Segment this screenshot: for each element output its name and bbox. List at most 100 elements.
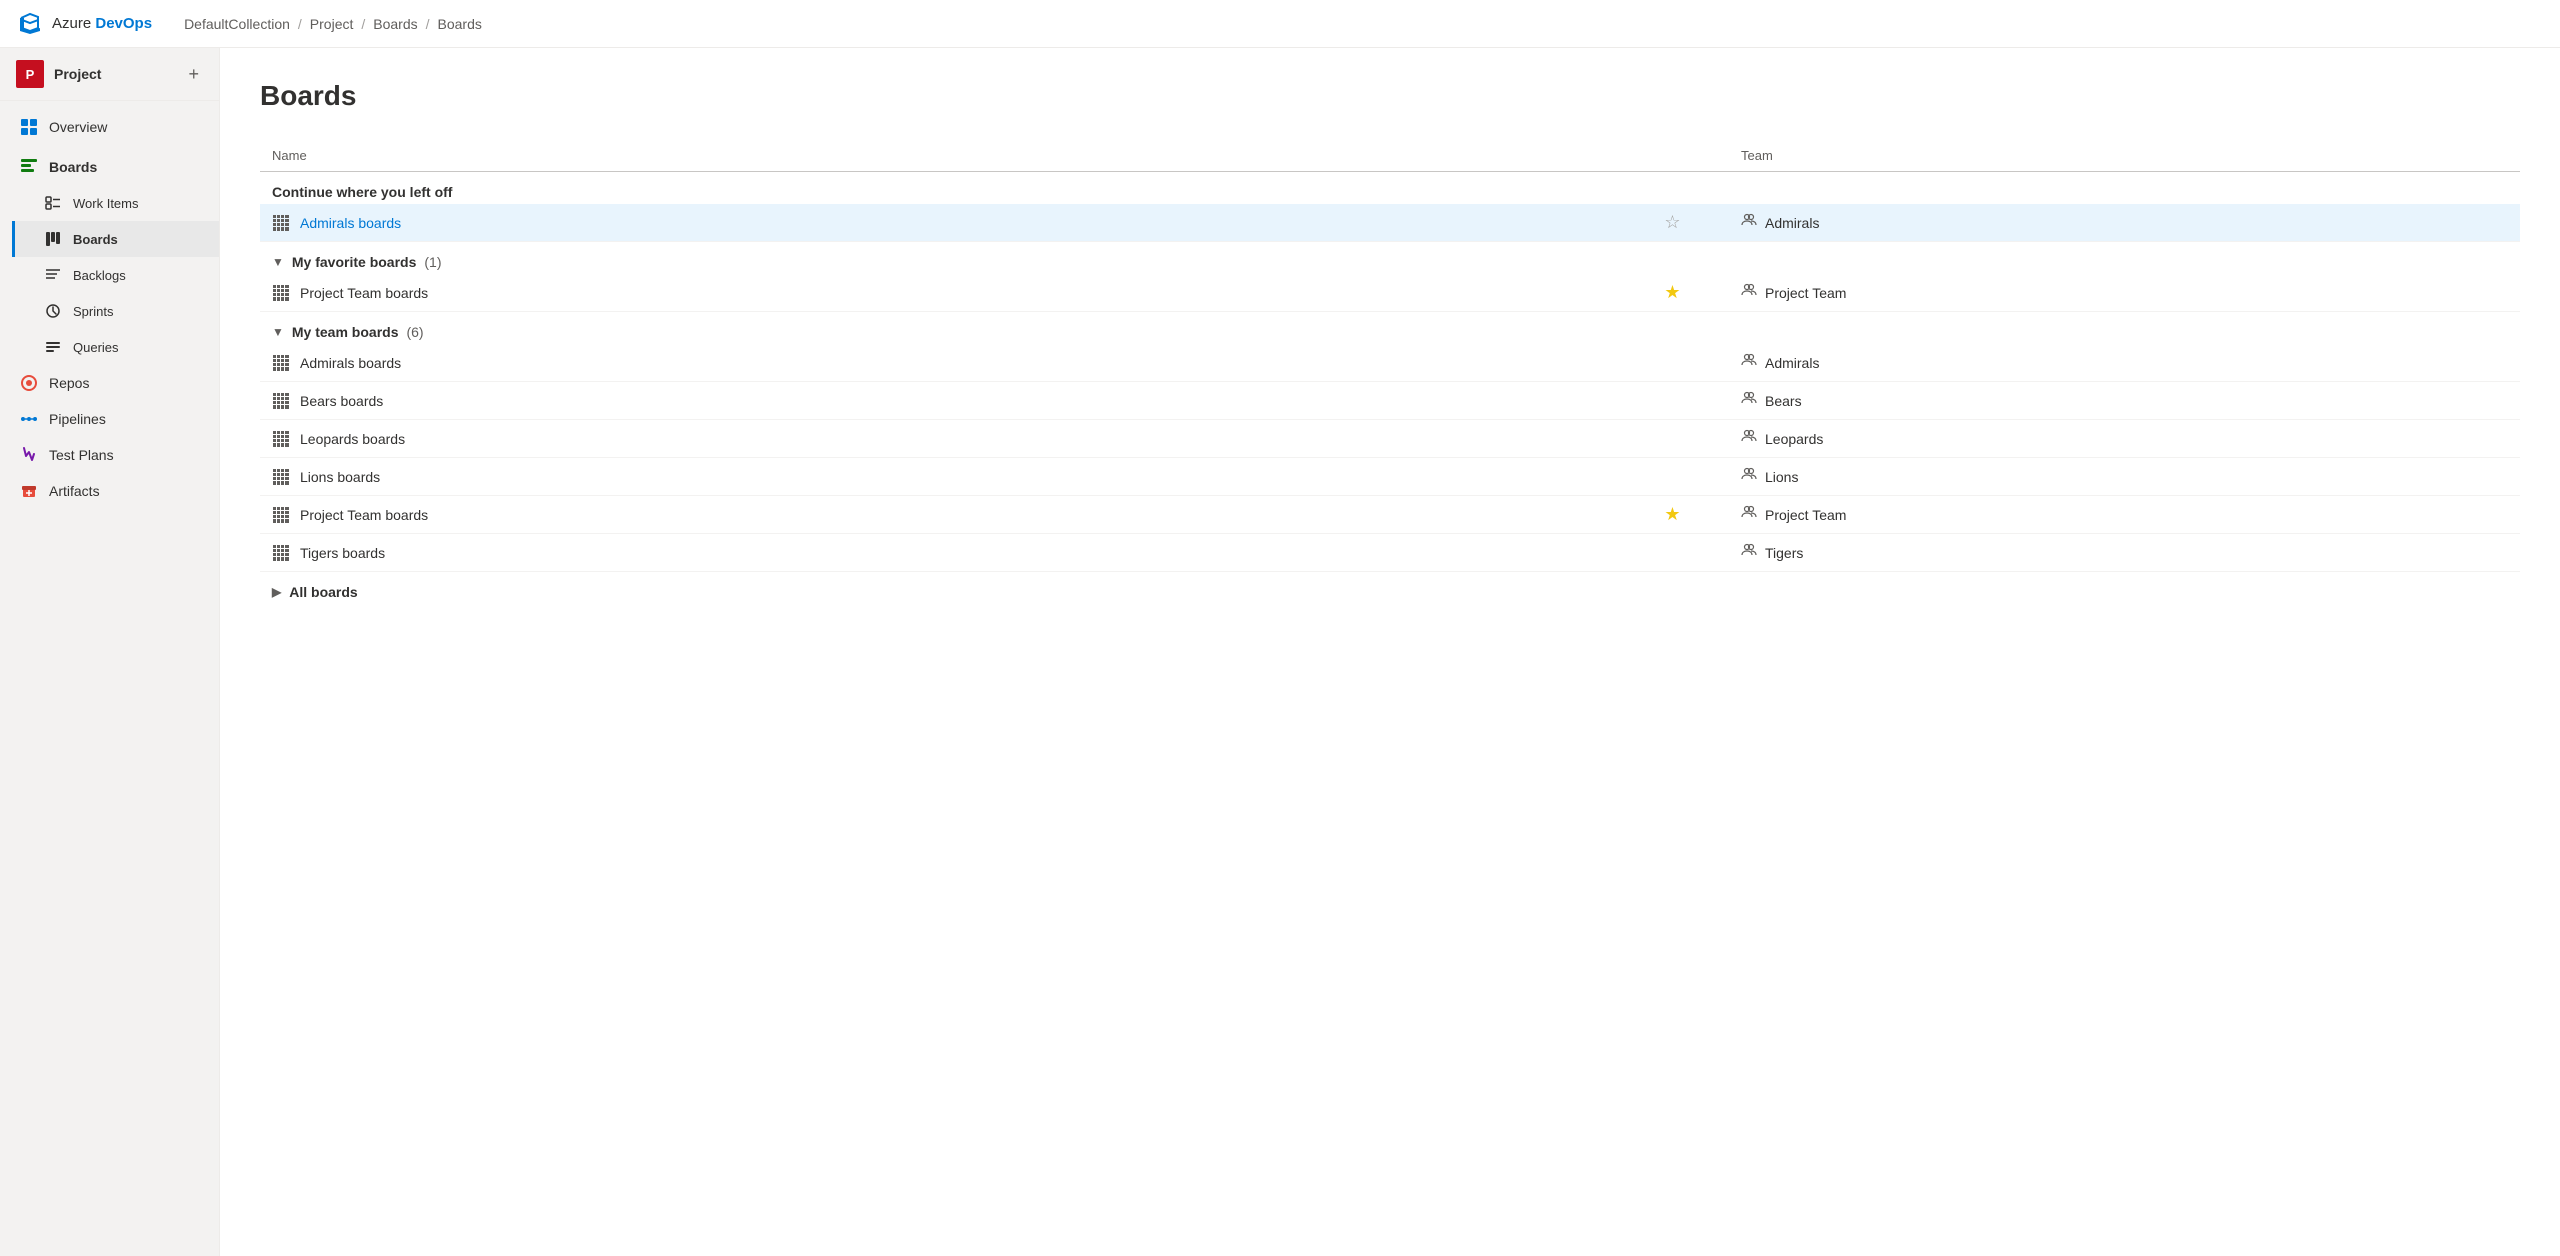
table-row: Admirals boards ☆ Admirals [260, 204, 2520, 242]
sidebar: P Project + Overview [0, 48, 220, 1256]
board-name-cell-leopards-team: Leopards boards [260, 420, 1616, 458]
sidebar-item-sprints-label: Sprints [73, 304, 113, 319]
board-grid-icon [272, 468, 290, 486]
board-name-lions-team: Lions boards [300, 469, 380, 485]
breadcrumb-item-1[interactable]: DefaultCollection [184, 16, 290, 32]
breadcrumb: DefaultCollection / Project / Boards / B… [184, 16, 482, 32]
col-team-header: Team [1729, 140, 2520, 172]
boards-section-icon [19, 157, 39, 177]
board-grid-icon [272, 392, 290, 410]
star-icon-admirals-continue[interactable]: ☆ [1664, 212, 1680, 232]
all-boards-chevron[interactable]: ▶ [272, 585, 281, 599]
sidebar-item-boards-section-label: Boards [49, 159, 97, 175]
team-name-tigers-team: Tigers [1765, 545, 1803, 561]
board-name-projectteam-fav: Project Team boards [300, 285, 428, 301]
sidebar-item-boards-label: Boards [73, 232, 118, 247]
azure-devops-logo-icon [16, 10, 44, 38]
board-grid-icon [272, 506, 290, 524]
table-row: Admirals boards Admirals [260, 344, 2520, 382]
team-name-admirals-continue: Admirals [1765, 215, 1819, 231]
sidebar-item-boards-section[interactable]: Boards [0, 145, 219, 185]
all-boards-toggle[interactable]: ▶ All boards [272, 584, 2508, 600]
board-grid-icon [272, 430, 290, 448]
table-row: Project Team boards★Project Team [260, 274, 2520, 312]
testplans-icon [19, 445, 39, 465]
sprints-icon [43, 301, 63, 321]
team-name-leopards-team: Leopards [1765, 431, 1823, 447]
star-cell-bears-team[interactable] [1616, 382, 1729, 420]
team-icon-projectteam-fav [1741, 282, 1757, 303]
sidebar-item-pipelines[interactable]: Pipelines [0, 401, 219, 437]
sidebar-item-artifacts[interactable]: Artifacts [0, 473, 219, 509]
star-cell-admirals-continue[interactable]: ☆ [1616, 204, 1729, 242]
board-name-tigers-team: Tigers boards [300, 545, 385, 561]
section-chevron-favorites[interactable]: ▼ [272, 255, 284, 269]
star-cell-tigers-team[interactable] [1616, 534, 1729, 572]
board-name-cell-projectteam-team: Project Team boards [260, 496, 1616, 534]
board-name-admirals-continue[interactable]: Admirals boards [300, 215, 401, 231]
section-label-continue: Continue where you left off [272, 184, 452, 200]
project-name: Project [54, 66, 101, 82]
all-boards-label: All boards [289, 584, 357, 600]
table-row: Leopards boards Leopards [260, 420, 2520, 458]
breadcrumb-item-4[interactable]: Boards [438, 16, 482, 32]
breadcrumb-item-2[interactable]: Project [310, 16, 354, 32]
team-cell-projectteam-team: Project Team [1729, 496, 2520, 534]
sidebar-item-repos[interactable]: Repos [0, 365, 219, 401]
sidebar-item-backlogs[interactable]: Backlogs [12, 257, 219, 293]
star-cell-leopards-team[interactable] [1616, 420, 1729, 458]
work-items-icon [43, 193, 63, 213]
breadcrumb-item-3[interactable]: Boards [373, 16, 417, 32]
table-header: Name Team [260, 140, 2520, 172]
sidebar-item-artifacts-label: Artifacts [49, 483, 100, 499]
team-icon-tigers-team [1741, 542, 1757, 563]
team-icon-projectteam-team [1741, 504, 1757, 525]
sidebar-item-boards[interactable]: Boards [12, 221, 219, 257]
team-name-admirals-team: Admirals [1765, 355, 1819, 371]
pipelines-icon [19, 409, 39, 429]
team-name-projectteam-team: Project Team [1765, 507, 1846, 523]
star-cell-lions-team[interactable] [1616, 458, 1729, 496]
sidebar-item-queries[interactable]: Queries [12, 329, 219, 365]
team-icon-lions-team [1741, 466, 1757, 487]
board-name-cell-admirals-team: Admirals boards [260, 344, 1616, 382]
board-grid-icon [272, 284, 290, 302]
sidebar-item-repos-label: Repos [49, 375, 89, 391]
team-cell-bears-team: Bears [1729, 382, 2520, 420]
sidebar-nav: Overview Boards [0, 101, 219, 517]
star-icon-projectteam-fav[interactable]: ★ [1664, 282, 1680, 302]
overview-icon [19, 117, 39, 137]
star-cell-projectteam-fav[interactable]: ★ [1616, 274, 1729, 312]
star-icon-projectteam-team[interactable]: ★ [1664, 504, 1680, 524]
sidebar-item-sprints[interactable]: Sprints [12, 293, 219, 329]
board-grid-icon [272, 354, 290, 372]
sidebar-item-work-items[interactable]: Work Items [12, 185, 219, 221]
team-icon-admirals-team [1741, 352, 1757, 373]
board-name-cell-projectteam-fav: Project Team boards [260, 274, 1616, 312]
board-name-leopards-team: Leopards boards [300, 431, 405, 447]
table-row: Lions boards Lions [260, 458, 2520, 496]
add-project-button[interactable]: + [184, 61, 203, 87]
board-name-bears-team: Bears boards [300, 393, 383, 409]
sidebar-item-pipelines-label: Pipelines [49, 411, 106, 427]
all-boards-row: ▶ All boards [260, 572, 2520, 613]
sidebar-item-work-items-label: Work Items [73, 196, 139, 211]
team-cell-admirals-team: Admirals [1729, 344, 2520, 382]
boards-table: Name Team Continue where you left off Adm… [260, 140, 2520, 612]
section-label-favorites: My favorite boards [292, 254, 416, 270]
star-cell-projectteam-team[interactable]: ★ [1616, 496, 1729, 534]
board-name-cell-tigers-team: Tigers boards [260, 534, 1616, 572]
star-cell-admirals-team[interactable] [1616, 344, 1729, 382]
sidebar-item-overview-label: Overview [49, 119, 107, 135]
app-logo[interactable]: Azure DevOps [16, 10, 152, 38]
table-row: Project Team boards ★ Project Team [260, 496, 2520, 534]
sidebar-item-backlogs-label: Backlogs [73, 268, 126, 283]
section-chevron-team-boards[interactable]: ▼ [272, 325, 284, 339]
table-row: Bears boards Bears [260, 382, 2520, 420]
team-cell-lions-team: Lions [1729, 458, 2520, 496]
sidebar-item-testplans[interactable]: Test Plans [0, 437, 219, 473]
team-name-bears-team: Bears [1765, 393, 1802, 409]
sidebar-item-overview[interactable]: Overview [0, 109, 219, 145]
section-count-team-boards: (6) [406, 324, 423, 340]
board-name-projectteam-team: Project Team boards [300, 507, 428, 523]
